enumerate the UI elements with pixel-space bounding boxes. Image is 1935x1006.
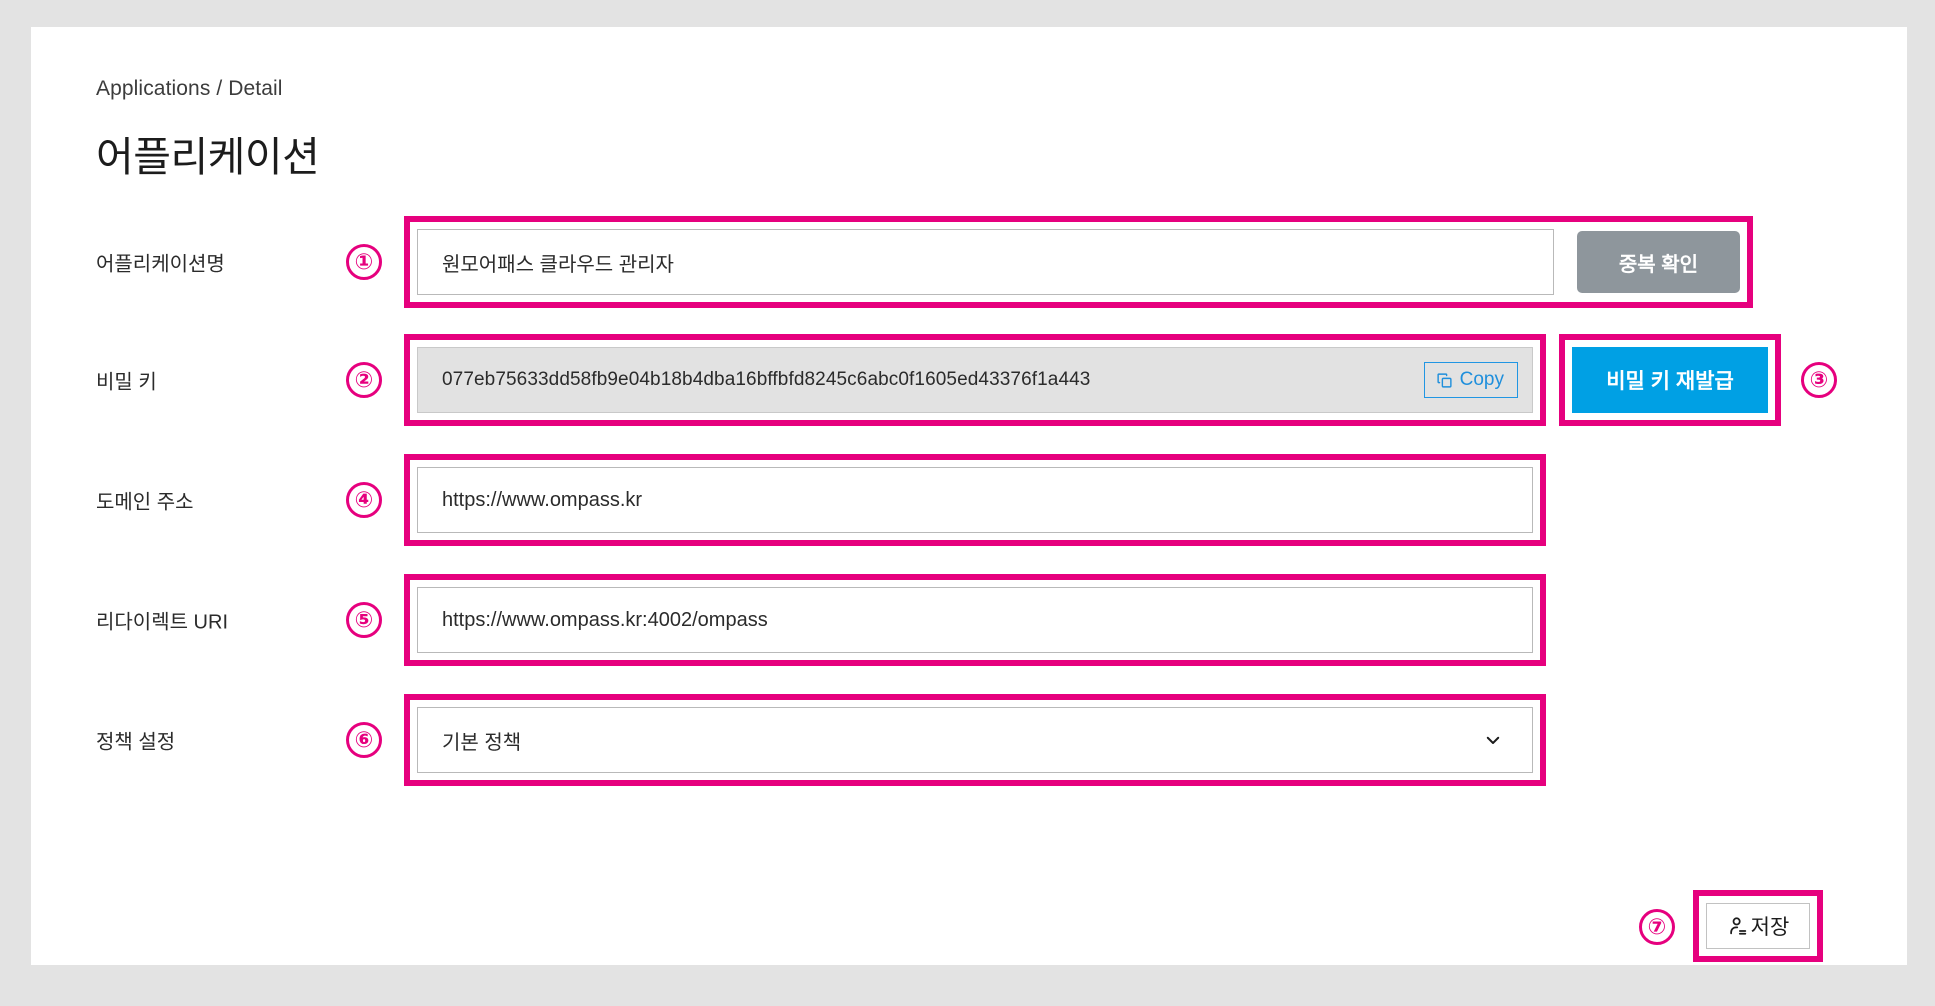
reissue-secret-key-button[interactable]: 비밀 키 재발급: [1572, 347, 1768, 413]
content-card: Applications / Detail 어플리케이션 어플리케이션명 ① 원…: [31, 27, 1907, 965]
policy-select-value: 기본 정책: [442, 731, 522, 754]
annotation-marker-7: ⑦: [1639, 909, 1675, 945]
annotation-marker-4: ④: [346, 482, 382, 518]
form-row-app-name: 어플리케이션명 ① 원모어패스 클라우드 관리자 중복 확인: [31, 212, 1907, 312]
form-row-secret-key: 비밀 키 ② 077eb75633dd58fb9e04b18b4dba16bff…: [31, 330, 1907, 430]
label-domain-address: 도메인 주소: [96, 491, 194, 514]
redirect-uri-input[interactable]: https://www.ompass.kr:4002/ompass: [417, 587, 1533, 653]
secret-key-value: 077eb75633dd58fb9e04b18b4dba16bffbfd8245…: [442, 369, 1091, 390]
annotation-box-5: https://www.ompass.kr:4002/ompass: [404, 574, 1546, 666]
domain-address-input[interactable]: https://www.ompass.kr: [417, 467, 1533, 533]
label-policy-setting: 정책 설정: [96, 731, 176, 754]
user-save-icon: [1727, 915, 1749, 937]
secret-key-field: 077eb75633dd58fb9e04b18b4dba16bffbfd8245…: [417, 347, 1533, 413]
annotation-box-6: 기본 정책: [404, 694, 1546, 786]
label-redirect-uri: 리다이렉트 URI: [96, 611, 228, 634]
save-button-label: 저장: [1750, 916, 1790, 939]
breadcrumb[interactable]: Applications / Detail: [96, 77, 283, 101]
page-title: 어플리케이션: [96, 134, 320, 180]
form-footer: ⑦ 저장: [31, 882, 1907, 972]
app-name-input[interactable]: 원모어패스 클라우드 관리자: [417, 229, 1554, 295]
duplicate-check-button[interactable]: 중복 확인: [1577, 231, 1740, 293]
chevron-down-icon: [1484, 731, 1502, 749]
annotation-marker-5: ⑤: [346, 602, 382, 638]
annotation-box-1: 원모어패스 클라우드 관리자 중복 확인: [404, 216, 1753, 308]
screen-root: Applications / Detail 어플리케이션 어플리케이션명 ① 원…: [0, 0, 1935, 1006]
form-row-domain: 도메인 주소 ④ https://www.ompass.kr: [31, 450, 1907, 550]
annotation-box-7: 저장: [1693, 890, 1823, 962]
copy-button-label: Copy: [1459, 369, 1504, 390]
label-app-name: 어플리케이션명: [96, 253, 225, 276]
annotation-box-4: https://www.ompass.kr: [404, 454, 1546, 546]
annotation-marker-3: ③: [1801, 362, 1837, 398]
label-secret-key: 비밀 키: [96, 371, 157, 394]
annotation-marker-1: ①: [346, 244, 382, 280]
form-row-policy: 정책 설정 ⑥ 기본 정책: [31, 690, 1907, 790]
annotation-box-2: 077eb75633dd58fb9e04b18b4dba16bffbfd8245…: [404, 334, 1546, 426]
copy-button[interactable]: Copy: [1423, 362, 1518, 398]
annotation-box-3: 비밀 키 재발급: [1559, 334, 1781, 426]
annotation-marker-2: ②: [346, 362, 382, 398]
form-row-redirect-uri: 리다이렉트 URI ⑤ https://www.ompass.kr:4002/o…: [31, 570, 1907, 670]
copy-icon: [1436, 372, 1453, 389]
policy-select[interactable]: 기본 정책: [417, 707, 1533, 773]
annotation-marker-6: ⑥: [346, 722, 382, 758]
save-button[interactable]: 저장: [1706, 903, 1810, 949]
